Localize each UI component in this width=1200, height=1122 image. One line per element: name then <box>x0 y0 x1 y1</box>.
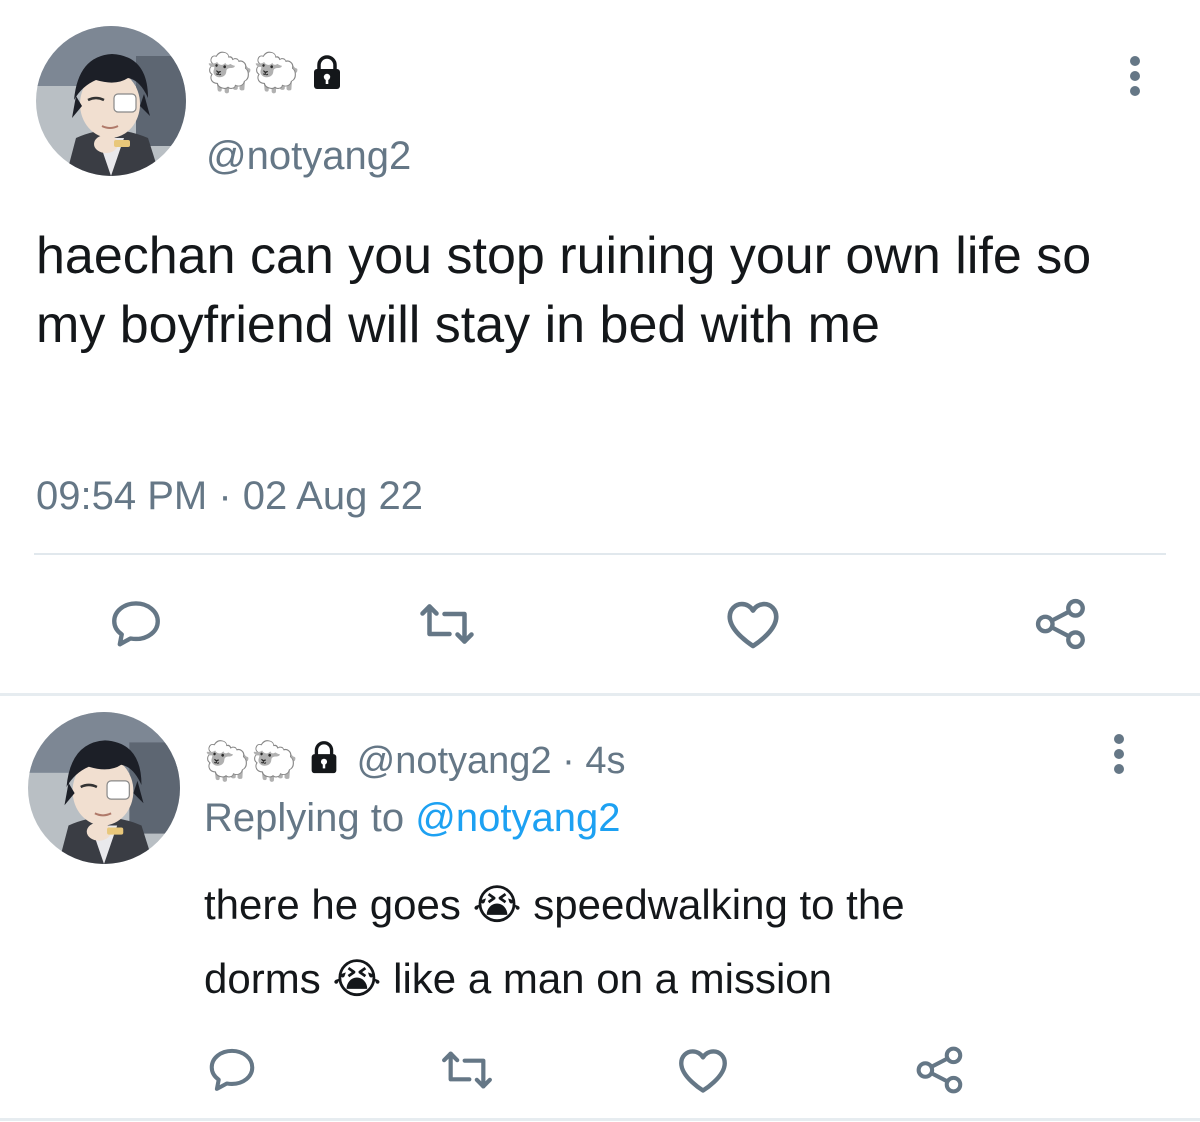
share-button[interactable] <box>912 1042 968 1098</box>
reply-display-name[interactable]: 🐑🐑 <box>204 741 299 781</box>
crying-emoji: 😭 <box>332 954 382 1003</box>
retweet-button[interactable] <box>416 594 478 654</box>
more-options-icon[interactable] <box>1114 734 1128 779</box>
avatar-image <box>28 712 180 864</box>
reply-button[interactable] <box>204 1042 260 1098</box>
like-button[interactable] <box>722 594 784 654</box>
reply-text-segment: speedwalking to the <box>533 881 905 928</box>
crying-emoji: 😭 <box>472 880 522 929</box>
more-options-icon[interactable] <box>1130 56 1144 101</box>
like-icon <box>674 1041 732 1099</box>
display-name: 🐑🐑 <box>206 50 301 95</box>
replying-to-label: Replying to <box>204 796 405 840</box>
share-icon <box>1032 595 1090 653</box>
tweet-text: haechan can you stop ruining your own li… <box>36 227 1092 354</box>
like-icon <box>722 593 784 655</box>
avatar-image <box>36 26 186 176</box>
reply-header: 🐑🐑 @notyang2 · 4s <box>204 738 625 784</box>
retweet-icon <box>417 594 477 654</box>
reply-icon <box>107 595 165 653</box>
reply-handle-time[interactable]: @notyang2 · 4s <box>357 741 626 781</box>
reply-text: there he goes 😭 speedwalking to the dorm… <box>204 868 1124 1016</box>
section-divider <box>0 693 1200 696</box>
share-icon <box>913 1043 967 1097</box>
handle[interactable]: @notyang2 <box>206 134 411 179</box>
reply-text-segment: dorms <box>204 955 321 1002</box>
lock-icon <box>305 738 343 784</box>
bottom-divider <box>0 1118 1200 1121</box>
reply-text-segment: there he goes <box>204 881 461 928</box>
timestamp[interactable]: 09:54 PM · 02 Aug 22 <box>36 474 423 519</box>
reply-button[interactable] <box>106 594 166 654</box>
retweet-button[interactable] <box>438 1042 496 1098</box>
lock-icon <box>307 52 347 98</box>
replying-to: Replying to @notyang2 <box>204 796 620 841</box>
reply-avatar[interactable] <box>28 712 180 864</box>
reply-icon <box>205 1043 259 1097</box>
retweet-icon <box>439 1042 495 1098</box>
share-button[interactable] <box>1030 594 1092 654</box>
main-tweet: 🐑🐑 @notyang2 haechan can you stop ruinin… <box>0 0 1200 696</box>
reply-text-segment: like a man on a mission <box>393 955 832 1002</box>
like-button[interactable] <box>674 1042 732 1098</box>
replying-to-mention[interactable]: @notyang2 <box>415 796 620 840</box>
divider <box>34 553 1166 555</box>
avatar[interactable] <box>36 26 186 176</box>
display-name-row[interactable]: 🐑🐑 <box>206 52 347 98</box>
